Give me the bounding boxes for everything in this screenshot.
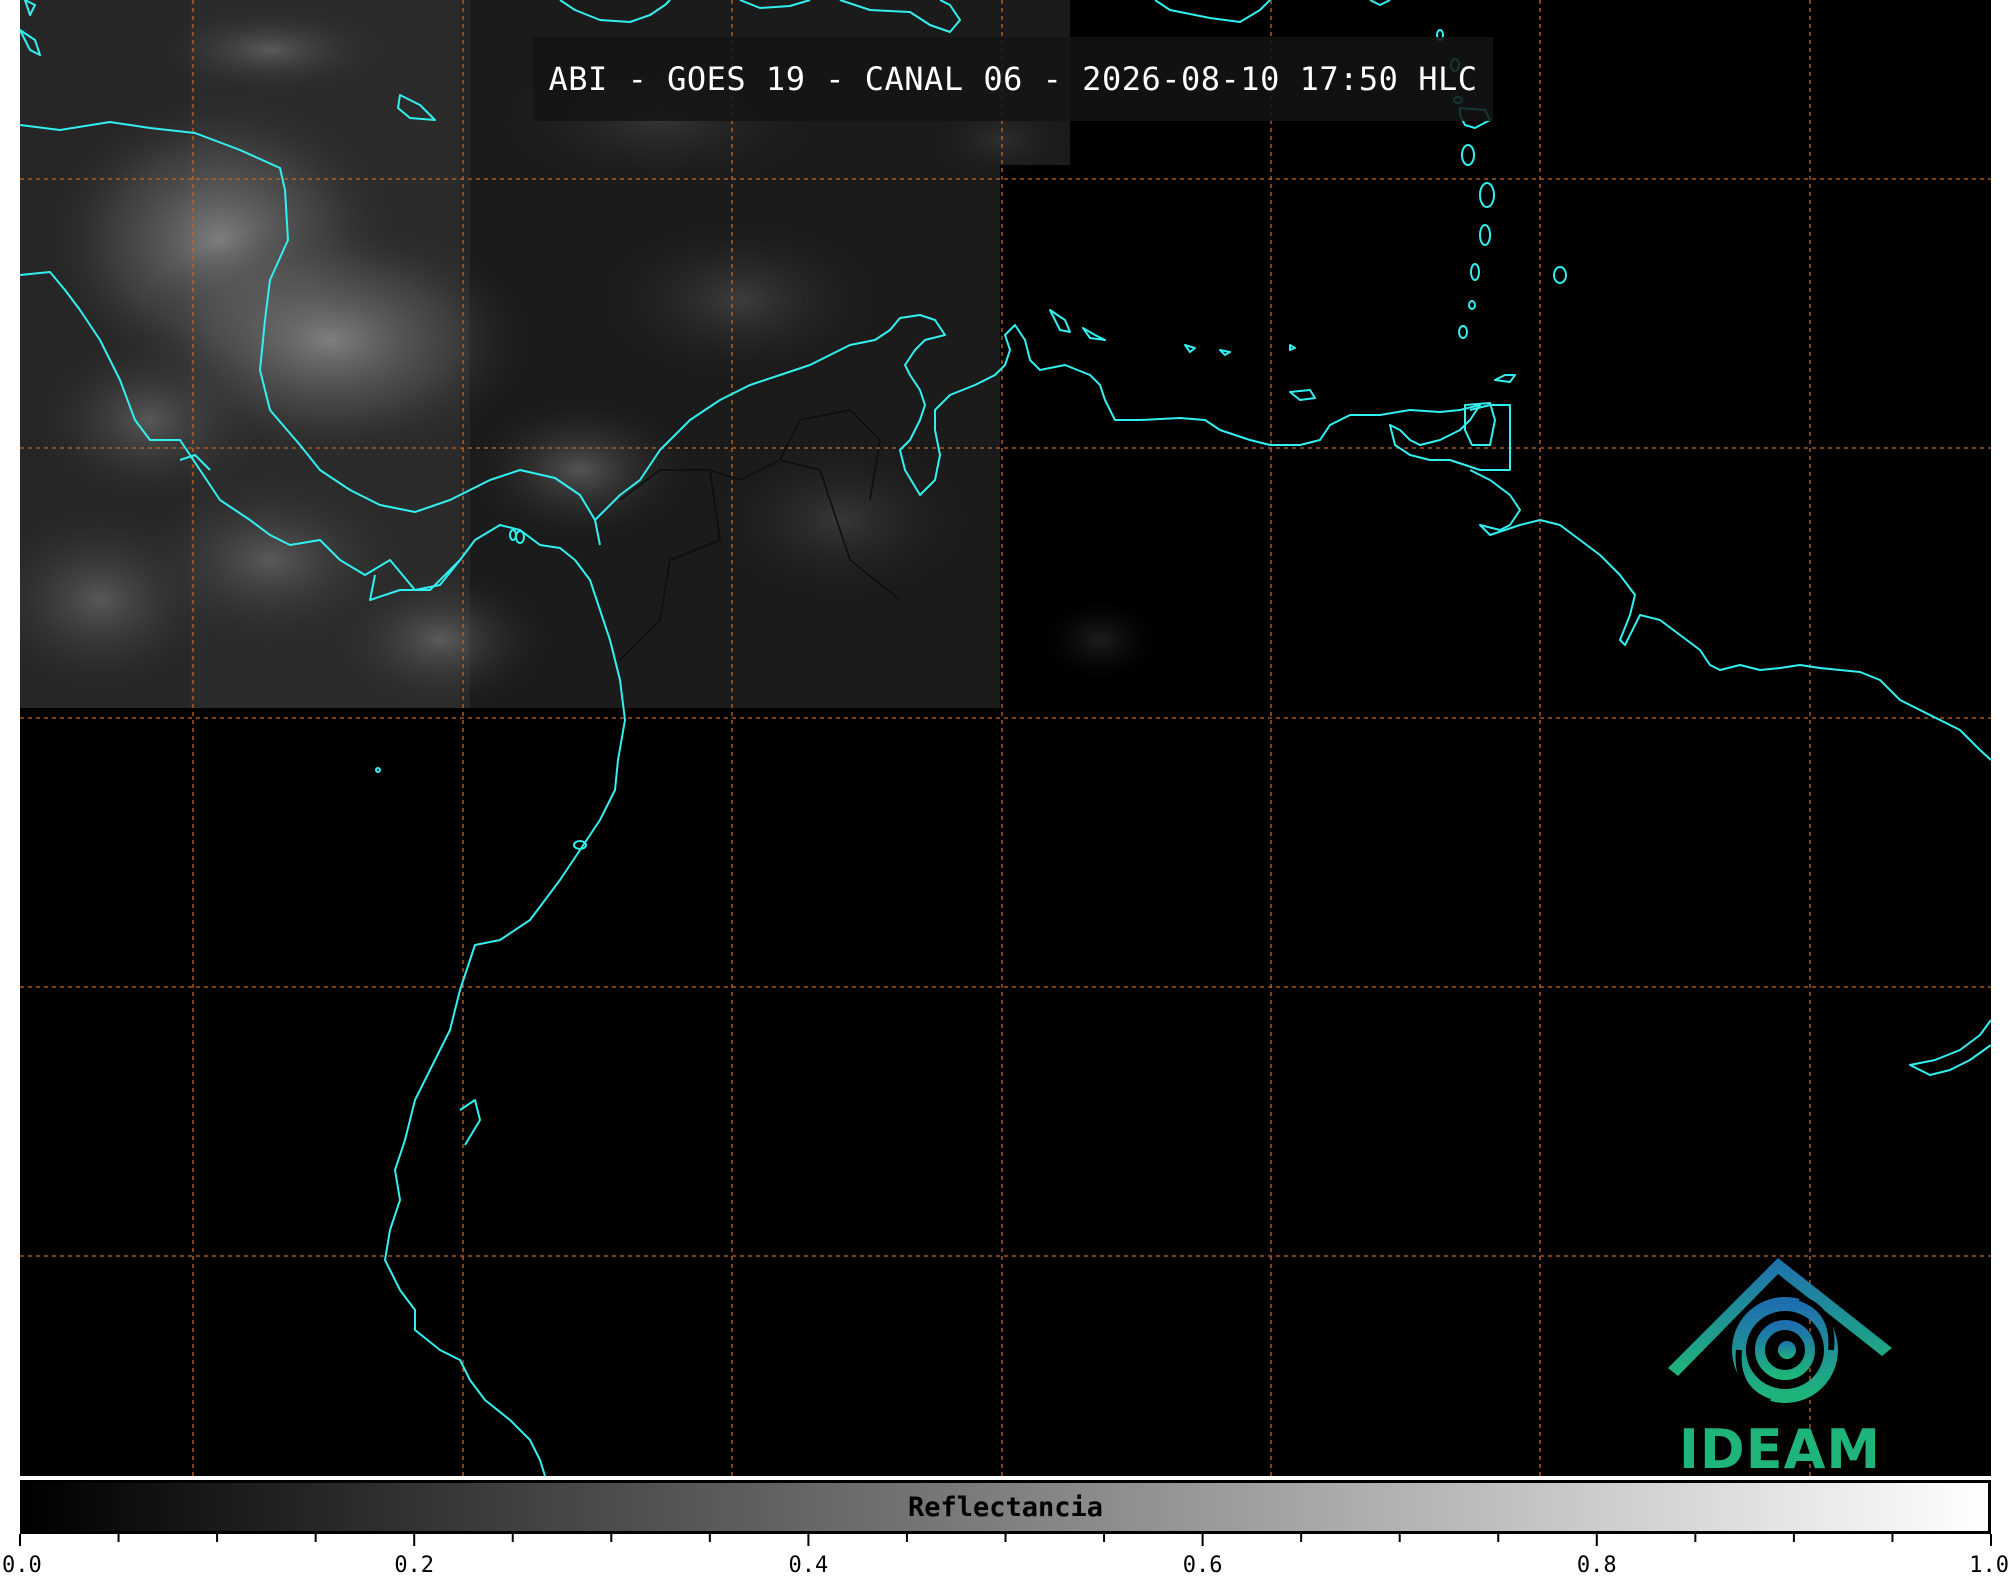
map-title: ABI - GOES 19 - CANAL 06 - 2026-08-10 17…: [548, 60, 1478, 98]
colorbar-label: Reflectancia: [907, 1491, 1104, 1523]
colorbar-tick-label: 0.8: [1577, 1553, 1617, 1577]
ideam-logo-text: IDEAM: [1678, 1418, 1882, 1476]
colorbar-tick-label: 0.0: [2, 1553, 42, 1577]
colorbar-tick-label: 0.4: [789, 1553, 829, 1577]
ideam-logo-icon: [1668, 1258, 1892, 1405]
colorbar-tick-label: 0.2: [394, 1553, 434, 1577]
ideam-logo: IDEAM: [1660, 1250, 1900, 1476]
satellite-map-panel: ABI - GOES 19 - CANAL 06 - 2026-08-10 17…: [20, 0, 1991, 1476]
colorbar-axis: 0.0 0.2 0.4 0.6 0.8 1.0: [2, 1534, 2009, 1577]
title-box: ABI - GOES 19 - CANAL 06 - 2026-08-10 17…: [533, 37, 1493, 121]
colorbar-tick-label: 0.6: [1183, 1553, 1223, 1577]
reflectance-colorbar: Reflectancia: [20, 1480, 1991, 1534]
colorbar-tick-label: 1.0: [1969, 1553, 2009, 1577]
